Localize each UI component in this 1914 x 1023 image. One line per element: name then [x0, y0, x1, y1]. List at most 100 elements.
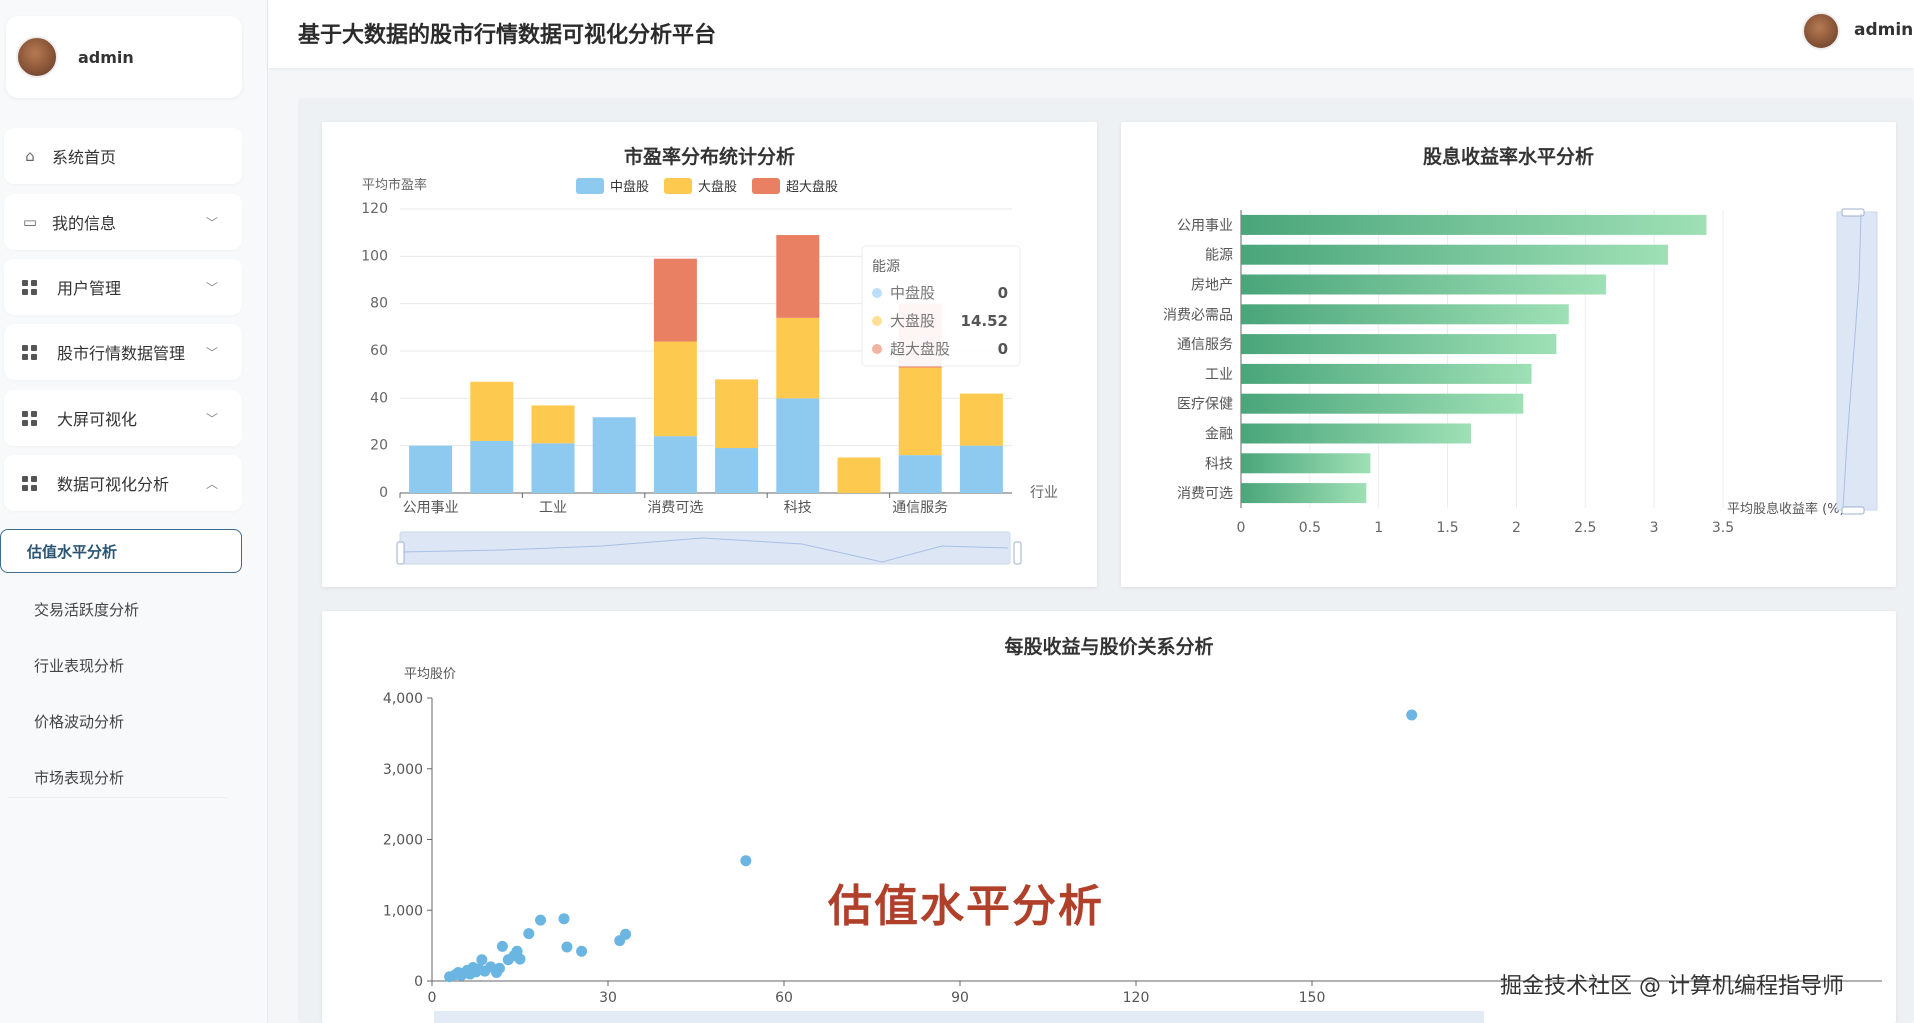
grid-icon	[22, 410, 37, 426]
bar	[1241, 334, 1557, 355]
y-tick-label: 20	[370, 438, 388, 454]
submenu-valuation[interactable]: 估值水平分析	[0, 529, 242, 573]
scatter-point	[476, 954, 488, 966]
scatter-point	[493, 962, 505, 974]
grid-icon	[22, 475, 37, 491]
legend-label: 大盘股	[698, 179, 737, 195]
bar-segment	[898, 367, 942, 456]
pe-chart: 020406080100120平均市盈率行业中盘股 大盘股 超大盘股公用事业 工业 消费…	[361, 177, 1058, 565]
x-tick-label: 1.5	[1436, 520, 1458, 536]
legend-swatch	[752, 178, 780, 194]
x-tick-label: 120	[1123, 990, 1150, 1006]
submenu-label: 价格波动分析	[34, 712, 125, 731]
scatter-point	[558, 913, 570, 925]
chevron-down-icon: ﹀	[205, 411, 218, 426]
scatter-point	[514, 953, 526, 965]
x-tick-label: 60	[775, 990, 793, 1006]
bar-segment	[715, 379, 759, 449]
x-tick-label: 90	[951, 990, 969, 1006]
y-tick-label: 80	[370, 296, 388, 312]
datazoom-slider	[399, 531, 1011, 565]
bar-segment	[470, 440, 514, 493]
y-tick-label: 公用事业	[1177, 218, 1233, 234]
scatter-point	[535, 914, 547, 926]
scatter-point	[561, 941, 573, 953]
y-tick-label: 房地产	[1191, 278, 1233, 294]
submenu-industry-performance[interactable]: 行业表现分析	[8, 643, 240, 687]
y-tick-label: 120	[361, 201, 388, 217]
submenu-market-performance[interactable]: 市场表现分析	[8, 755, 240, 799]
page-title: 基于大数据的股市行情数据可视化分析平台	[298, 23, 717, 48]
y-tick-label: 1,000	[383, 903, 423, 919]
bar	[1241, 304, 1569, 325]
datazoom-handle-left	[396, 541, 405, 565]
x-tick-label: 2	[1512, 520, 1521, 536]
sidebar-item-data-visualization[interactable]: 数据可视化分析 ︿	[4, 455, 242, 511]
grid-icon	[22, 279, 37, 295]
legend-label: 中盘股	[610, 179, 649, 195]
tooltip-value: 14.52	[961, 312, 1008, 330]
x-tick-label: 通信服务	[892, 500, 948, 516]
sidebar-item-big-screen[interactable]: 大屏可视化 ﹀	[4, 390, 242, 446]
submenu-label: 估值水平分析	[27, 542, 118, 561]
sidebar-user-card[interactable]: admin	[6, 16, 242, 98]
sidebar-item-label: 股市行情数据管理	[57, 344, 186, 363]
submenu-trading-activity[interactable]: 交易活跃度分析	[8, 587, 240, 631]
sidebar-item-label: 系统首页	[52, 148, 117, 167]
sidebar-item-stock-data-management[interactable]: 股市行情数据管理 ﹀	[4, 324, 242, 380]
sidebar-item-label: 用户管理	[57, 279, 122, 298]
bar-segment	[409, 445, 453, 493]
y-tick-label: 医疗保健	[1177, 397, 1233, 413]
tooltip-dot	[872, 316, 882, 326]
eps-price-chart: 0 1,000 2,000 3,000 4,000 0 30 60 90 120 150 平均股价	[383, 667, 1882, 1023]
sidebar-item-user-management[interactable]: 用户管理 ﹀	[4, 259, 242, 315]
x-axis-label: 行业	[1030, 485, 1058, 501]
submenu-price-volatility[interactable]: 价格波动分析	[8, 699, 240, 743]
card-icon: ▭	[22, 213, 38, 231]
scatter-point	[1406, 709, 1418, 721]
bar-segment	[898, 455, 942, 493]
watermark: 掘金技术社区 @ 计算机编程指导师	[1500, 974, 1844, 999]
y-axis-label: 平均股价	[404, 667, 456, 682]
tooltip-dot	[872, 288, 882, 298]
x-tick-label: 0	[428, 990, 437, 1006]
datazoom-handle-right	[1013, 541, 1022, 565]
sidebar-item-label: 我的信息	[52, 214, 117, 233]
x-tick-label: 科技	[784, 500, 812, 516]
y-tick-label: 消费可选	[1177, 486, 1233, 502]
y-tick-label: 0	[379, 485, 388, 501]
scatter-point	[740, 855, 752, 867]
scatter-point	[576, 945, 588, 957]
x-tick-label: 30	[599, 990, 617, 1006]
bar	[1241, 393, 1524, 414]
bar-segment	[837, 457, 881, 493]
bar-segment	[653, 436, 697, 493]
sidebar-item-my-info[interactable]: ▭ 我的信息 ﹀	[4, 194, 242, 250]
home-icon: ⌂	[25, 147, 35, 165]
dividend-chart: 0 0.5 1 1.5 2 2.5 3 3.5 公用事业能源房地产消费必需品通信服务工业医疗保健…	[1163, 208, 1878, 536]
legend-swatch	[664, 178, 692, 194]
header-username[interactable]: admin	[1854, 20, 1913, 40]
bar	[1241, 214, 1707, 235]
bar-segment	[531, 443, 575, 493]
tooltip-value: 0	[998, 340, 1008, 358]
bar-segment	[592, 417, 636, 493]
x-tick-label: 0	[1237, 520, 1246, 536]
sidebar-item-home[interactable]: ⌂ 系统首页	[4, 128, 242, 184]
sidebar-item-label: 大屏可视化	[57, 410, 138, 429]
bar	[1241, 244, 1668, 265]
bar-segment	[776, 317, 820, 399]
header-avatar[interactable]	[1802, 12, 1840, 50]
x-tick-label: 3.5	[1712, 520, 1734, 536]
overlay-label: 估值水平分析	[828, 881, 1104, 932]
avatar	[16, 36, 58, 78]
bar	[1241, 423, 1471, 444]
x-tick-label: 消费可选	[647, 500, 703, 516]
y-tick-label: 100	[361, 248, 388, 264]
submenu-label: 行业表现分析	[34, 656, 125, 675]
tooltip-series-name: 中盘股	[890, 284, 935, 302]
x-tick-label: 1	[1374, 520, 1383, 536]
y-tick-label: 4,000	[383, 691, 423, 707]
y-tick-label: 消费必需品	[1163, 307, 1233, 323]
datazoom-slider	[434, 1011, 1484, 1023]
